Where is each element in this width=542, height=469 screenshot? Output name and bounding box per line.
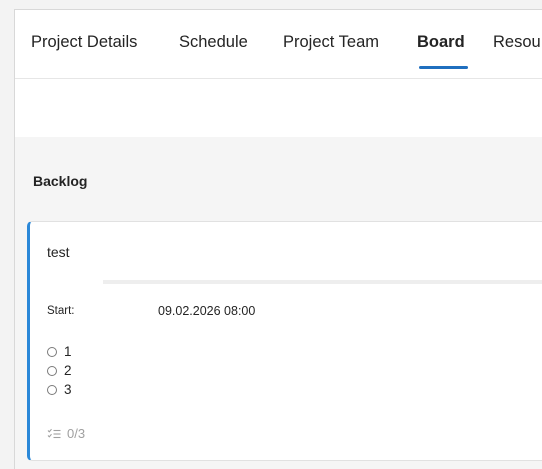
progress-count: 0/3 [67,426,86,441]
checklist-progress: 0/3 [47,426,85,441]
app-frame: Project Details Schedule Project Team Bo… [14,9,542,469]
tab-bar: Project Details Schedule Project Team Bo… [15,10,542,79]
tab-project-details[interactable]: Project Details [31,30,137,54]
card-divider [103,280,542,284]
checklist-item[interactable]: 1 [47,342,72,361]
active-tab-indicator [419,66,468,69]
radio-circle-icon[interactable] [47,365,57,376]
checklist-item-label: 2 [64,363,72,378]
checklist-item-label: 1 [64,344,72,359]
checklist: 1 2 3 [47,342,72,399]
radio-circle-icon[interactable] [47,384,57,395]
toolbar-area [15,79,542,137]
checklist-item[interactable]: 3 [47,380,72,399]
checklist-icon [47,428,61,438]
card-title: test [47,244,70,260]
start-label: Start: [47,305,75,317]
radio-circle-icon[interactable] [47,346,57,357]
task-card[interactable]: test Start: 09.02.2026 08:00 1 2 3 0/3 [27,221,542,461]
tab-resources[interactable]: Resou [493,30,541,54]
board-area: Backlog test Start: 09.02.2026 08:00 1 2… [15,137,542,469]
column-title-backlog: Backlog [33,173,88,189]
checklist-item-label: 3 [64,382,72,397]
tab-schedule[interactable]: Schedule [179,30,248,54]
checklist-item[interactable]: 2 [47,361,72,380]
tab-project-team[interactable]: Project Team [283,30,379,54]
start-value: 09.02.2026 08:00 [158,304,256,318]
tab-board[interactable]: Board [417,30,465,54]
